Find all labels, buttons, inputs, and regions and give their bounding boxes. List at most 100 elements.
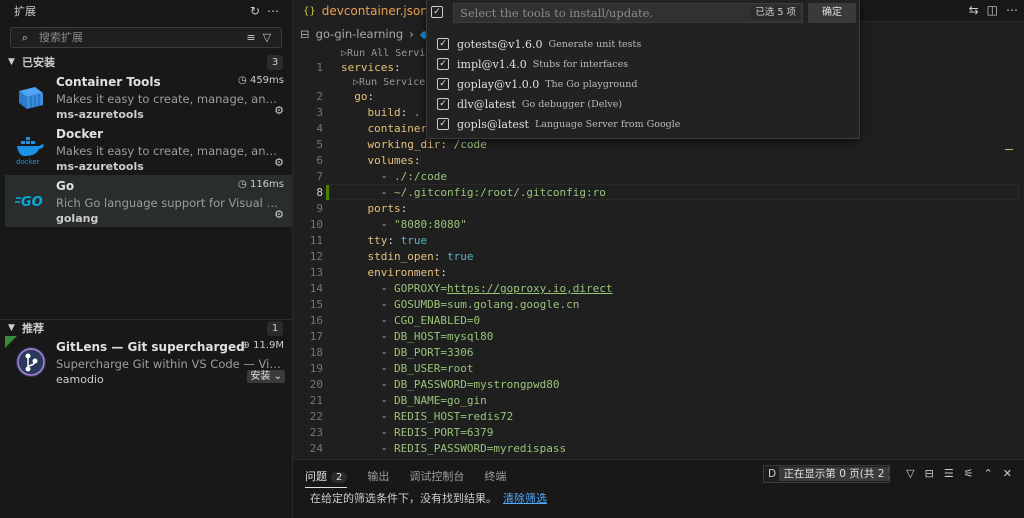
json-file-icon: {} [303, 5, 316, 17]
checkbox-checked-icon[interactable]: ✓ [437, 98, 449, 110]
code-line: stdin_open: true [367, 250, 474, 263]
code-line: - REDIS_PASSWORD=myredispass [341, 442, 567, 455]
tab-devcontainer-json[interactable]: {} devcontainer.json [293, 0, 438, 22]
install-button[interactable]: 安装 ⌄ [247, 370, 285, 383]
svg-text:GO: GO [21, 195, 43, 210]
tool-item[interactable]: ✓ dlv@latest Go debugger (Delve) [437, 95, 622, 113]
checkbox-checked-icon[interactable]: ✓ [437, 118, 449, 130]
code-line: environment: [367, 266, 447, 279]
tool-item[interactable]: ✓ goplay@v1.0.0 The Go playground [437, 75, 637, 93]
code-line: - REDIS_PORT=6379 [341, 426, 494, 439]
folder-icon: ⊟ [300, 27, 310, 41]
code-line: - DB_PORT=3306 [341, 346, 474, 359]
line-number: 19 [309, 362, 323, 375]
tool-label: impl@v1.4.0 [457, 57, 527, 71]
filter-page-indicator: 正在显示第 0 页(共 2 页) [779, 467, 889, 481]
tab-terminal[interactable]: 终端 [484, 468, 506, 488]
extension-item-gitlens[interactable]: GitLens — Git supercharged Supercharge G… [5, 336, 292, 388]
gear-icon[interactable]: ⚙ [274, 208, 284, 221]
split-editor-icon[interactable]: ◫ [987, 3, 998, 17]
extension-item-docker[interactable]: docker Docker Makes it easy to create, m… [5, 123, 292, 175]
extension-search-input[interactable] [33, 31, 243, 44]
extension-name: Go [56, 179, 75, 193]
history-icon: ◷ [238, 179, 250, 190]
code-line: services: [341, 61, 401, 74]
clear-filter-link[interactable]: 清除筛选 [503, 492, 547, 505]
line-number: 6 [316, 154, 323, 167]
extension-item-go[interactable]: GO Go Rich Go language support for Visua… [5, 175, 292, 227]
gear-icon[interactable]: ⚙ [274, 104, 284, 117]
tool-description: Stubs for interfaces [532, 58, 629, 70]
checkbox-checked-icon[interactable]: ✓ [437, 78, 449, 90]
activation-time: ◷ 459ms [238, 75, 284, 86]
selected-count-badge: 已选 5 项 [751, 6, 800, 20]
filter-icon[interactable]: ▽ [259, 31, 275, 44]
maximize-panel-icon[interactable]: ⌃ [984, 467, 993, 480]
code-line: - REDIS_HOST=redis72 [341, 410, 514, 423]
extension-name: Docker [56, 127, 104, 141]
problems-count-badge: 2 [331, 472, 348, 483]
extension-publisher: eamodio [56, 373, 104, 386]
tool-item[interactable]: ✓ gopls@latest Language Server from Goog… [437, 115, 680, 133]
gear-icon[interactable]: ⚙ [274, 156, 284, 169]
more-actions-icon[interactable]: ⋯ [1006, 3, 1018, 17]
chevron-down-icon: ▼ [8, 323, 15, 333]
line-number: 24 [309, 442, 323, 455]
line-number: 14 [309, 282, 323, 295]
line-number: 8 [316, 186, 323, 199]
clear-filter-icon[interactable]: ≡ [243, 31, 259, 44]
codelens-run-service[interactable]: ▷Run Service [353, 77, 425, 88]
select-all-checkbox[interactable]: ✓ [431, 6, 443, 18]
code-line: - GOPROXY=https://goproxy.io,direct [341, 282, 613, 295]
tab-debug-console[interactable]: 调试控制台 [409, 468, 464, 488]
go-logo-icon: GO [15, 195, 43, 210]
search-icon: ⌕ [21, 30, 29, 44]
checkbox-checked-icon[interactable]: ✓ [437, 38, 449, 50]
quick-pick-input[interactable] [454, 4, 754, 22]
activation-time: ◷ 116ms [238, 179, 284, 190]
filter-icon[interactable]: ▽ [906, 467, 914, 480]
more-actions-icon[interactable]: ⋯ [264, 4, 282, 18]
compare-changes-icon[interactable]: ⇆ [969, 3, 979, 17]
extension-item-container-tools[interactable]: Container Tools Makes it easy to create,… [5, 71, 292, 123]
tool-item[interactable]: ✓ impl@v1.4.0 Stubs for interfaces [437, 55, 628, 73]
code-line: ports: [367, 202, 408, 215]
code-line: - DB_NAME=go_gin [341, 394, 487, 407]
tab-output[interactable]: 输出 [367, 468, 389, 488]
extension-publisher: golang [56, 212, 99, 225]
extension-description: Makes it easy to create, manage, and deb… [56, 144, 284, 158]
line-number: 22 [309, 410, 323, 423]
extension-description: Supercharge Git within VS Code — Visuali… [56, 357, 284, 371]
code-line: working_dir: /code [367, 138, 487, 151]
breadcrumb-item[interactable]: go-gin-learning [316, 27, 404, 41]
line-number: 1 [316, 61, 323, 74]
code-line: volumes: [367, 154, 421, 167]
tool-label: dlv@latest [457, 97, 516, 111]
code-line: - DB_HOST=mysql80 [341, 330, 494, 343]
problems-filter-input[interactable]: D 正在显示第 0 页(共 2 页) [763, 465, 890, 483]
editor-actions: ⇆ ◫ ⋯ [969, 3, 1018, 17]
recommended-section-header[interactable]: ▼ 推荐 1 [0, 318, 293, 338]
chevron-down-icon: ▼ [8, 57, 15, 67]
extension-publisher: ms-azuretools [56, 108, 144, 121]
code-line: - DB_PASSWORD=mystrongpwd80 [341, 378, 560, 391]
sidebar-title: 扩展 [14, 5, 36, 18]
code-line: - GOSUMDB=sum.golang.google.cn [341, 298, 580, 311]
refresh-icon[interactable]: ↻ [246, 4, 264, 18]
bottom-panel: 问题2 输出 调试控制台 终端 D 正在显示第 0 页(共 2 页) ▽ ⊟ ☰… [293, 459, 1024, 518]
line-number: 7 [316, 170, 323, 183]
tool-label: gopls@latest [457, 117, 529, 131]
panel-settings-icon[interactable]: ⚟ [964, 467, 974, 480]
code-line: - "8080:8080" [341, 218, 467, 231]
checkbox-checked-icon[interactable]: ✓ [437, 58, 449, 70]
tool-item[interactable]: ✓ gotests@v1.6.0 Generate unit tests [437, 35, 641, 53]
view-as-table-icon[interactable]: ☰ [944, 467, 954, 480]
collapse-all-icon[interactable]: ⊟ [925, 467, 934, 480]
problems-message: 在给定的筛选条件下，没有找到结果。 清除筛选 [310, 492, 547, 505]
installed-section-header[interactable]: ▼ 已安装 3 [0, 52, 293, 72]
tab-problems[interactable]: 问题 2 [305, 468, 348, 488]
line-number: 11 [309, 234, 323, 247]
close-panel-icon[interactable]: ✕ [1003, 467, 1012, 480]
ok-button[interactable]: 确定 [808, 3, 856, 23]
code-line: - ./:/code [341, 170, 447, 183]
